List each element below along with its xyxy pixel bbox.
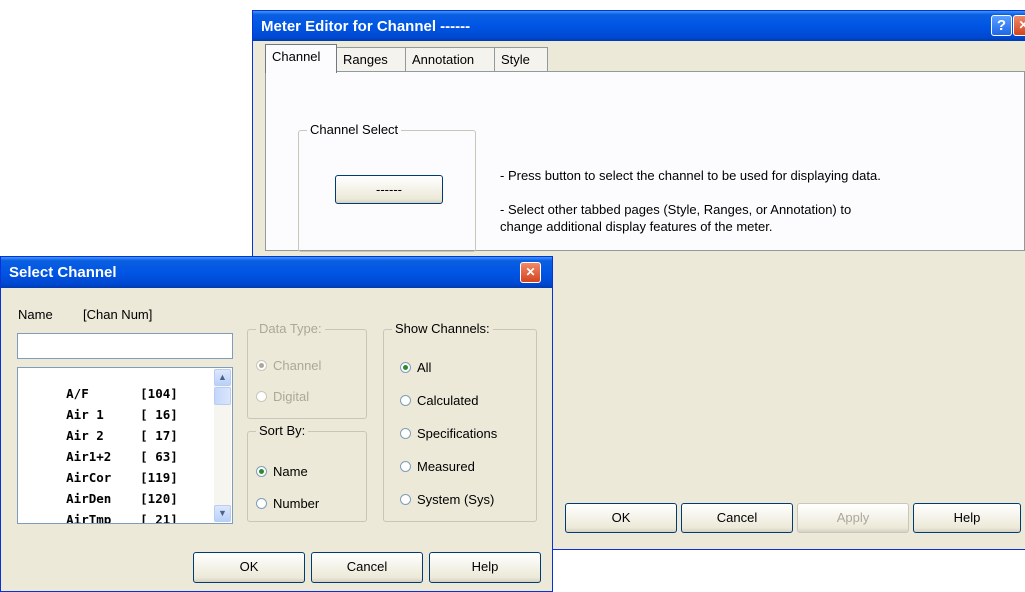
meter-ok-label: OK [611,510,631,525]
show-calculated-label: Calculated [417,393,479,408]
meter-apply-button[interactable]: Apply [797,503,909,533]
sort-name-label: Name [273,464,308,479]
data-type-channel-label: Channel [273,358,322,373]
radio-indicator [400,395,411,406]
show-specifications-radio[interactable]: Specifications [400,426,497,441]
radio-indicator [400,461,411,472]
chan-num-column-header: [Chan Num] [83,307,153,322]
info-line-3: change additional display features of th… [500,219,773,234]
help-button[interactable]: ? [991,15,1012,36]
select-cancel-label: Cancel [346,559,388,574]
sort-name-radio[interactable]: Name [256,464,308,479]
meter-editor-close-button[interactable]: ✕ [1013,15,1025,36]
tab-style-label: Style [501,52,530,67]
chevron-up-icon: ▲ [218,372,227,382]
meter-help-label: Help [953,510,981,525]
show-measured-label: Measured [417,459,475,474]
meter-cancel-button[interactable]: Cancel [681,503,793,533]
show-calculated-radio[interactable]: Calculated [400,393,478,408]
list-item[interactable]: Air 1[ 16] [21,389,178,422]
channel-tab-panel: Channel Select ------ - Press button to … [265,71,1025,252]
meter-cancel-label: Cancel [716,510,758,525]
select-help-label: Help [471,559,499,574]
channel-select-label: Channel Select [307,122,402,137]
radio-indicator [400,494,411,505]
list-item[interactable]: AirCor [119] [21,452,178,485]
select-channel-close-button[interactable]: ✕ [520,262,541,283]
list-item[interactable]: AirDen [120] [21,473,178,506]
select-ok-label: OK [239,559,259,574]
list-item[interactable]: A/F [104] [21,368,178,401]
radio-indicator [256,466,267,477]
select-cancel-button[interactable]: Cancel [311,552,423,583]
data-type-channel-radio[interactable]: Channel [256,358,321,373]
tab-annotation-label: Annotation [412,52,475,67]
info-line-1: - Press button to select the channel to … [500,168,881,183]
close-icon: ✕ [525,265,536,279]
sort-number-label: Number [273,496,320,511]
scroll-up-button[interactable]: ▲ [214,369,231,386]
radio-indicator [256,391,267,402]
sort-by-group: Sort By: Name Number [247,423,367,522]
select-channel-titlebar[interactable]: Select Channel [1,257,552,288]
radio-indicator [256,360,267,371]
sort-by-label: Sort By: [256,423,309,438]
meter-ok-button[interactable]: OK [565,503,677,533]
tab-ranges[interactable]: Ranges [336,47,406,71]
meter-editor-title: Meter Editor for Channel ------ [261,18,471,35]
show-all-label: All [417,360,432,375]
radio-indicator [400,428,411,439]
list-item[interactable]: AirTmp [ 21] [21,494,178,523]
meter-help-button[interactable]: Help [913,503,1021,533]
list-item[interactable]: Air1+2[ 63] [21,431,178,464]
select-channel-dialog: Select Channel ✕ Name [Chan Num] A/F [104… [0,256,553,592]
scroll-thumb[interactable] [214,387,231,405]
show-measured-radio[interactable]: Measured [400,459,475,474]
show-channels-group: Show Channels: All Calculated Specificat… [383,321,537,522]
select-help-button[interactable]: Help [429,552,541,583]
select-channel-title: Select Channel [9,264,117,281]
channel-search-input[interactable] [17,333,233,359]
channel-list-scrollbar[interactable]: ▲ ▼ [214,369,231,522]
channel-select-group: Channel Select ------ [298,122,476,252]
radio-indicator [256,498,267,509]
channel-select-button-label: ------ [376,182,402,197]
name-column-header: Name [18,307,53,322]
show-system-radio[interactable]: System (Sys) [400,492,494,507]
tab-annotation[interactable]: Annotation [405,47,495,71]
scroll-down-button[interactable]: ▼ [214,505,231,522]
tab-channel[interactable]: Channel [265,44,337,73]
channel-select-button[interactable]: ------ [335,175,443,204]
channel-list[interactable]: A/F [104] Air 1[ 16] Air 2[ 17] Air1+2[ 6… [17,367,233,524]
data-type-group: Data Type: Channel Digital [247,321,367,419]
close-icon: ✕ [1018,18,1025,32]
data-type-digital-label: Digital [273,389,310,404]
meter-apply-label: Apply [836,510,870,525]
info-line-2: - Select other tabbed pages (Style, Rang… [500,202,852,217]
meter-editor-titlebar[interactable]: Meter Editor for Channel ------ [253,11,1025,41]
list-item[interactable]: Air 2[ 17] [21,410,178,443]
channel-name: AirTmp [66,512,112,524]
tab-channel-label: Channel [272,49,321,64]
select-ok-button[interactable]: OK [193,552,305,583]
chevron-down-icon: ▼ [218,508,227,518]
sort-number-radio[interactable]: Number [256,496,319,511]
channel-number: [ 21] [140,512,178,524]
tab-style[interactable]: Style [494,47,548,71]
show-all-radio[interactable]: All [400,360,431,375]
show-specifications-label: Specifications [417,426,498,441]
data-type-label: Data Type: [256,321,325,336]
show-system-label: System (Sys) [417,492,495,507]
show-channels-label: Show Channels: [392,321,493,336]
radio-indicator [400,362,411,373]
data-type-digital-radio[interactable]: Digital [256,389,309,404]
tab-ranges-label: Ranges [343,52,388,67]
help-icon: ? [996,17,1007,34]
